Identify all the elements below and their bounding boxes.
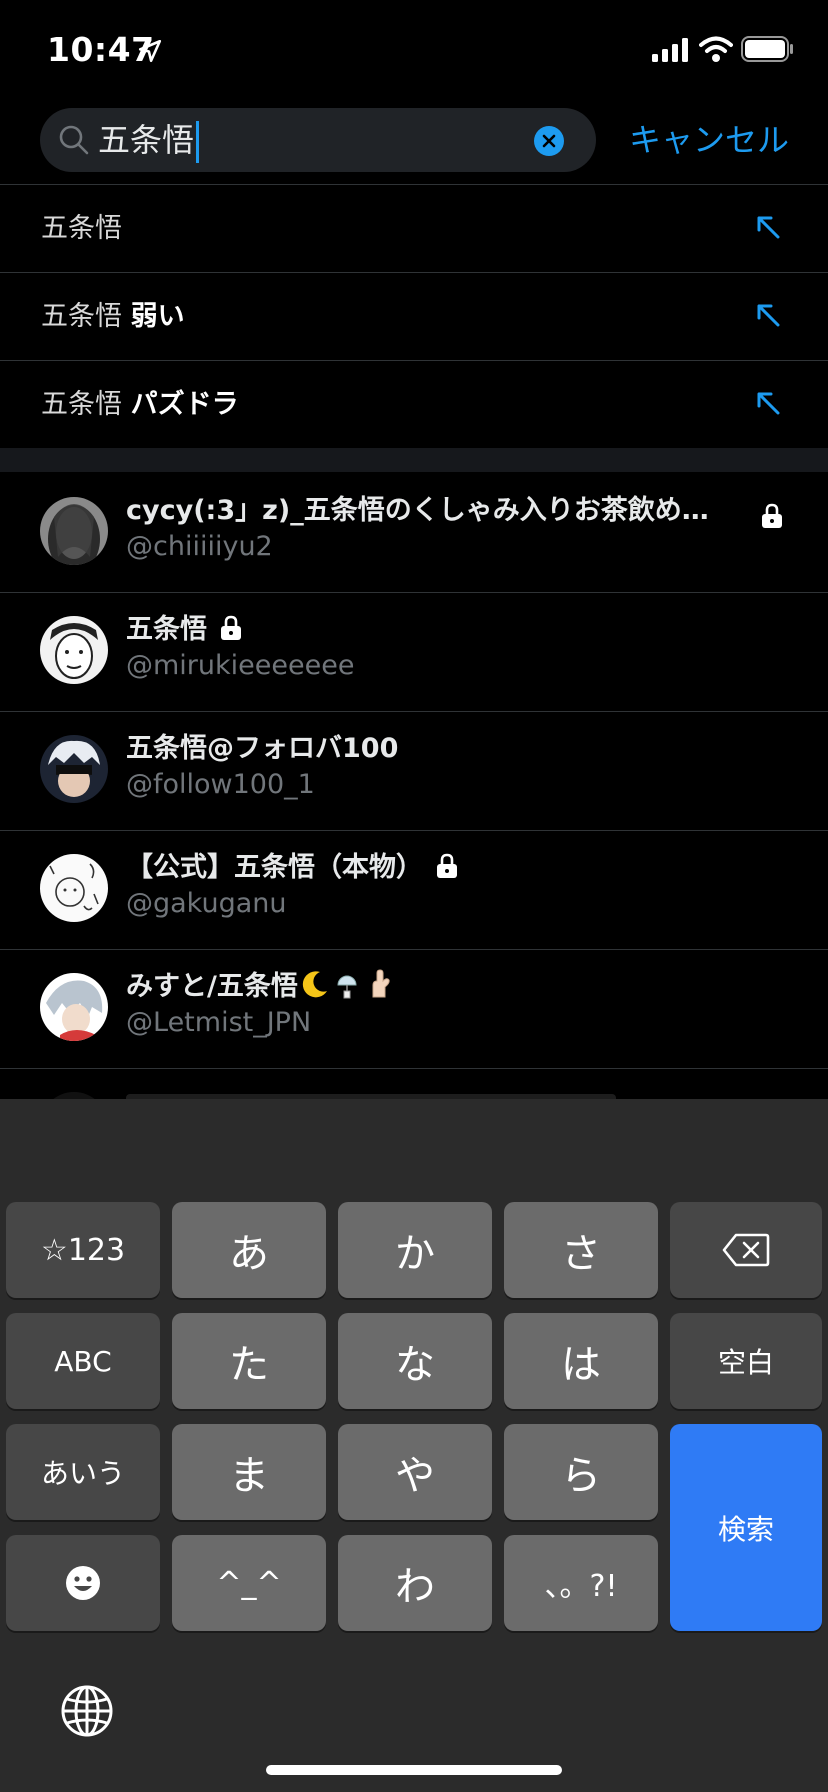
cancel-button[interactable]: キャンセル (629, 120, 789, 160)
search-icon (59, 125, 89, 155)
key-kaomoji[interactable]: ^_^ (172, 1535, 326, 1631)
backspace-icon (722, 1233, 770, 1267)
avatar (40, 973, 108, 1041)
user-display-name: cycy(:3」z)_五条悟のくしゃみ入りお茶飲め… (126, 495, 709, 526)
fill-query-arrow-icon[interactable] (754, 389, 782, 417)
user-result-row[interactable]: 五条悟 @mirukieeeeeee (0, 592, 828, 711)
user-display-name: みすと/五条悟 (126, 969, 394, 1005)
search-key[interactable]: 検索 (670, 1424, 822, 1631)
search-suggestion[interactable]: 五条悟 弱い (0, 273, 828, 361)
key-wa[interactable]: わ (338, 1535, 492, 1631)
user-handle: @gakuganu (126, 888, 287, 919)
avatar (40, 616, 108, 684)
globe-icon[interactable] (60, 1684, 114, 1738)
search-query-text: 五条悟 (98, 118, 200, 163)
key-ma[interactable]: ま (172, 1424, 326, 1520)
user-display-name: 【公式】五条悟（本物） (126, 850, 459, 886)
key-ra[interactable]: ら (504, 1424, 658, 1520)
crossed-fingers-icon (372, 969, 390, 998)
clear-search-button[interactable] (534, 126, 564, 156)
key-ha[interactable]: は (504, 1313, 658, 1409)
key-ya[interactable]: や (338, 1424, 492, 1520)
emoji-face-icon (66, 1566, 100, 1600)
section-separator (0, 448, 828, 472)
lock-icon (762, 503, 782, 528)
avatar (40, 735, 108, 803)
user-handle: @follow100_1 (126, 769, 315, 800)
key-ta[interactable]: た (172, 1313, 326, 1409)
search-suggestion[interactable]: 五条悟 (0, 185, 828, 273)
text-caret (196, 121, 200, 163)
key-sa[interactable]: さ (504, 1202, 658, 1298)
crescent-moon-icon (302, 971, 327, 998)
user-handle: @chiiiiiyu2 (126, 531, 273, 562)
fill-query-arrow-icon[interactable] (754, 301, 782, 329)
fill-query-arrow-icon[interactable] (754, 213, 782, 241)
emoji-key[interactable] (6, 1535, 160, 1631)
battery-icon (741, 36, 793, 62)
divider (0, 1068, 828, 1069)
user-handle: @mirukieeeeeee (126, 650, 355, 681)
wind-chime-icon (337, 975, 357, 999)
home-indicator[interactable] (266, 1765, 562, 1775)
avatar (40, 854, 108, 922)
space-key[interactable]: 空白 (670, 1313, 822, 1409)
key-kana-mode[interactable]: あいう (6, 1424, 160, 1520)
user-result-row[interactable]: cycy(:3」z)_五条悟のくしゃみ入りお茶飲め… @chiiiiiyu2 (0, 473, 828, 592)
key-numbers[interactable]: ☆123 (6, 1202, 160, 1298)
user-display-name: 五条悟 (126, 612, 243, 648)
lock-icon (437, 853, 457, 878)
key-na[interactable]: な (338, 1313, 492, 1409)
suggestion-label: 五条悟 弱い (41, 301, 185, 332)
user-result-row[interactable]: 【公式】五条悟（本物） @gakuganu (0, 830, 828, 949)
suggestion-label: 五条悟 (41, 213, 122, 244)
cellular-signal-icon (652, 38, 688, 62)
lock-icon (221, 615, 241, 640)
search-suggestion[interactable]: 五条悟 パズドラ (0, 361, 828, 449)
delete-key[interactable] (670, 1202, 822, 1298)
user-display-name: 五条悟@フォロバ100 (126, 733, 399, 764)
location-arrow-icon (138, 39, 162, 63)
wifi-icon (699, 36, 733, 62)
key-punctuation[interactable]: 、。?! (504, 1535, 658, 1631)
status-bar: 10:47 (0, 0, 828, 100)
key-abc[interactable]: ABC (6, 1313, 160, 1409)
user-result-row[interactable]: みすと/五条悟 @Letmist_JPN (0, 949, 828, 1068)
suggestion-label: 五条悟 パズドラ (41, 389, 239, 420)
user-result-row[interactable]: 五条悟@フォロバ100 @follow100_1 (0, 711, 828, 830)
user-handle: @Letmist_JPN (126, 1007, 312, 1038)
key-a[interactable]: あ (172, 1202, 326, 1298)
close-icon (542, 134, 556, 148)
avatar (40, 497, 108, 565)
key-ka[interactable]: か (338, 1202, 492, 1298)
search-input[interactable]: 五条悟 (40, 108, 596, 172)
